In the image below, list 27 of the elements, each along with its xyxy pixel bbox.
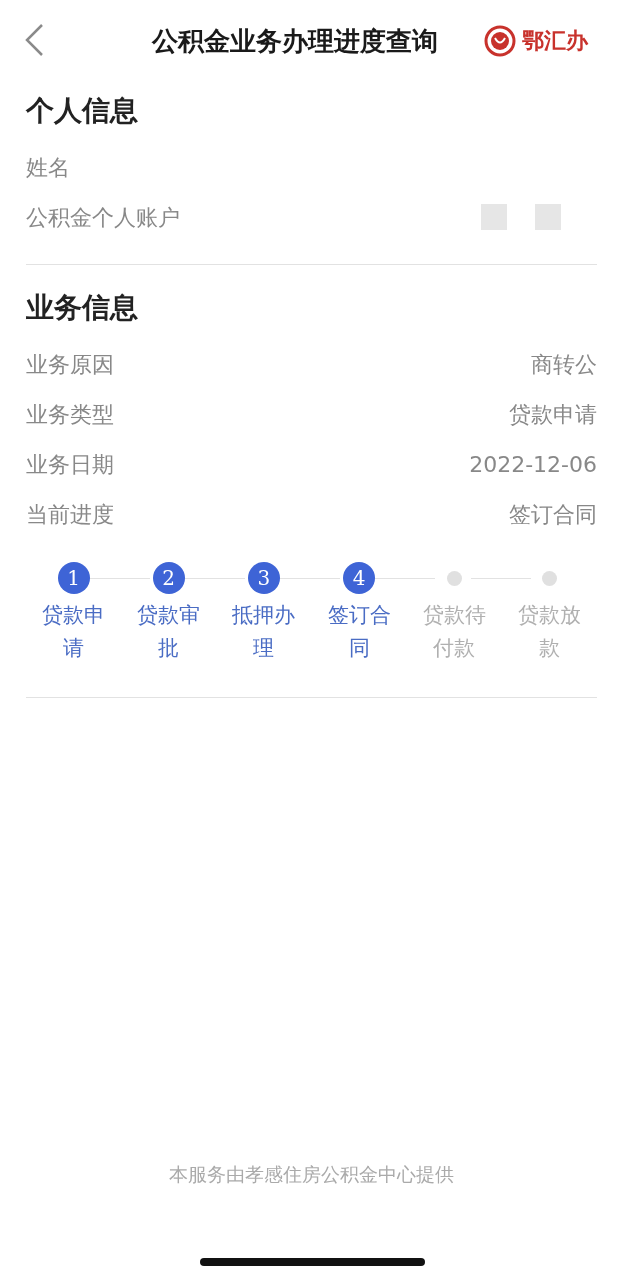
step-label: 贷款待付款: [421, 602, 487, 662]
footer-note: 本服务由孝感住房公积金中心提供: [168, 1161, 455, 1187]
brand-name: 鄂汇办: [522, 26, 588, 55]
step-number: 2: [152, 562, 185, 594]
step-number: 3: [247, 562, 280, 594]
field-label: 业务原因: [26, 350, 114, 379]
field-value: 商转公: [531, 350, 597, 379]
field-value: 2022-12-06: [469, 450, 597, 479]
page-title: 公积金业务办理进度查询: [152, 25, 438, 58]
section-heading: 个人信息: [26, 93, 139, 129]
step-number: 1: [57, 562, 90, 594]
field-label: 公积金个人账户: [26, 203, 180, 232]
step-label: 贷款审批: [136, 602, 202, 662]
step-label: 抵押办理: [231, 602, 297, 662]
section-heading: 业务信息: [26, 290, 139, 326]
field-label: 业务类型: [26, 400, 114, 429]
step-number: 4: [343, 562, 376, 594]
emblem-icon: [484, 24, 516, 57]
step-label: 签订合同: [326, 602, 392, 662]
step-label: 贷款放款: [516, 602, 582, 662]
field-value: 贷款申请: [509, 400, 597, 429]
field-value: 签订合同: [509, 500, 597, 529]
field-label: 姓名: [26, 153, 70, 182]
back-icon[interactable]: [24, 23, 44, 57]
field-label: 业务日期: [26, 450, 114, 479]
step-label: 贷款申请: [41, 602, 107, 662]
field-label: 当前进度: [26, 500, 114, 529]
